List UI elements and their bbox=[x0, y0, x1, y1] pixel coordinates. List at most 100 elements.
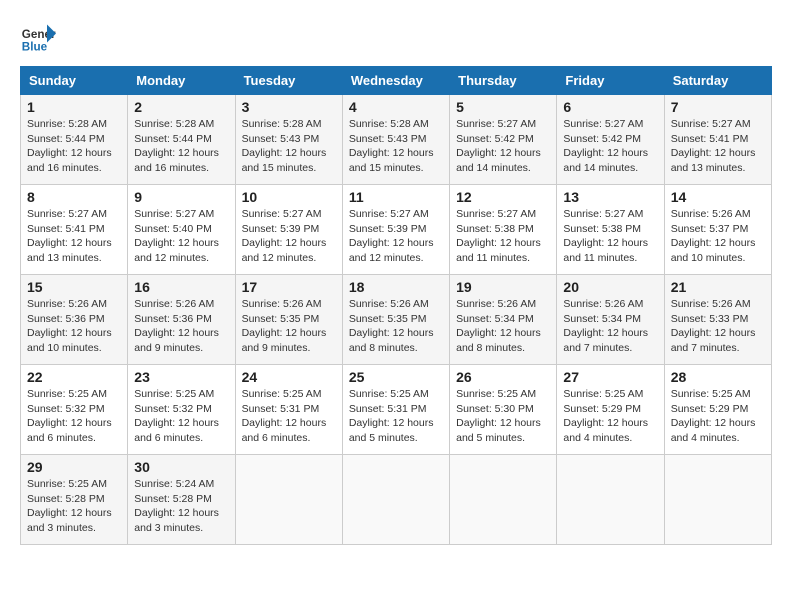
day-number: 29 bbox=[27, 459, 121, 475]
day-number: 30 bbox=[134, 459, 228, 475]
day-number: 17 bbox=[242, 279, 336, 295]
day-number: 6 bbox=[563, 99, 657, 115]
day-detail: Sunrise: 5:25 AM Sunset: 5:32 PM Dayligh… bbox=[134, 387, 228, 446]
calendar-day bbox=[557, 455, 664, 545]
day-number: 14 bbox=[671, 189, 765, 205]
day-number: 8 bbox=[27, 189, 121, 205]
day-detail: Sunrise: 5:25 AM Sunset: 5:29 PM Dayligh… bbox=[671, 387, 765, 446]
weekday-header-friday: Friday bbox=[557, 67, 664, 95]
day-number: 1 bbox=[27, 99, 121, 115]
day-number: 12 bbox=[456, 189, 550, 205]
calendar-day: 13 Sunrise: 5:27 AM Sunset: 5:38 PM Dayli… bbox=[557, 185, 664, 275]
day-number: 18 bbox=[349, 279, 443, 295]
day-detail: Sunrise: 5:26 AM Sunset: 5:34 PM Dayligh… bbox=[456, 297, 550, 356]
calendar-day: 1 Sunrise: 5:28 AM Sunset: 5:44 PM Daylig… bbox=[21, 95, 128, 185]
calendar-day: 15 Sunrise: 5:26 AM Sunset: 5:36 PM Dayli… bbox=[21, 275, 128, 365]
day-detail: Sunrise: 5:25 AM Sunset: 5:31 PM Dayligh… bbox=[349, 387, 443, 446]
day-number: 11 bbox=[349, 189, 443, 205]
calendar-day: 30 Sunrise: 5:24 AM Sunset: 5:28 PM Dayli… bbox=[128, 455, 235, 545]
day-detail: Sunrise: 5:25 AM Sunset: 5:31 PM Dayligh… bbox=[242, 387, 336, 446]
calendar-day: 25 Sunrise: 5:25 AM Sunset: 5:31 PM Dayli… bbox=[342, 365, 449, 455]
calendar-day: 12 Sunrise: 5:27 AM Sunset: 5:38 PM Dayli… bbox=[450, 185, 557, 275]
day-detail: Sunrise: 5:28 AM Sunset: 5:44 PM Dayligh… bbox=[27, 117, 121, 176]
calendar-day bbox=[342, 455, 449, 545]
day-detail: Sunrise: 5:27 AM Sunset: 5:42 PM Dayligh… bbox=[563, 117, 657, 176]
calendar-day: 20 Sunrise: 5:26 AM Sunset: 5:34 PM Dayli… bbox=[557, 275, 664, 365]
calendar-day: 9 Sunrise: 5:27 AM Sunset: 5:40 PM Daylig… bbox=[128, 185, 235, 275]
day-number: 10 bbox=[242, 189, 336, 205]
calendar-day: 29Sunrise: 5:25 AM Sunset: 5:28 PM Dayli… bbox=[21, 455, 128, 545]
calendar-day: 14 Sunrise: 5:26 AM Sunset: 5:37 PM Dayli… bbox=[664, 185, 771, 275]
day-detail: Sunrise: 5:25 AM Sunset: 5:29 PM Dayligh… bbox=[563, 387, 657, 446]
day-number: 3 bbox=[242, 99, 336, 115]
calendar-day: 23 Sunrise: 5:25 AM Sunset: 5:32 PM Dayli… bbox=[128, 365, 235, 455]
calendar-week-4: 29Sunrise: 5:25 AM Sunset: 5:28 PM Dayli… bbox=[21, 455, 772, 545]
weekday-header-monday: Monday bbox=[128, 67, 235, 95]
day-detail: Sunrise: 5:26 AM Sunset: 5:35 PM Dayligh… bbox=[349, 297, 443, 356]
day-detail: Sunrise: 5:28 AM Sunset: 5:44 PM Dayligh… bbox=[134, 117, 228, 176]
calendar-day: 17Sunrise: 5:26 AM Sunset: 5:35 PM Dayli… bbox=[235, 275, 342, 365]
logo: General Blue bbox=[20, 20, 56, 56]
day-detail: Sunrise: 5:28 AM Sunset: 5:43 PM Dayligh… bbox=[242, 117, 336, 176]
weekday-header-wednesday: Wednesday bbox=[342, 67, 449, 95]
svg-text:Blue: Blue bbox=[22, 41, 48, 54]
day-detail: Sunrise: 5:26 AM Sunset: 5:33 PM Dayligh… bbox=[671, 297, 765, 356]
day-number: 28 bbox=[671, 369, 765, 385]
day-detail: Sunrise: 5:27 AM Sunset: 5:41 PM Dayligh… bbox=[671, 117, 765, 176]
calendar-day: 18 Sunrise: 5:26 AM Sunset: 5:35 PM Dayli… bbox=[342, 275, 449, 365]
day-detail: Sunrise: 5:27 AM Sunset: 5:38 PM Dayligh… bbox=[456, 207, 550, 266]
day-detail: Sunrise: 5:27 AM Sunset: 5:39 PM Dayligh… bbox=[349, 207, 443, 266]
day-detail: Sunrise: 5:26 AM Sunset: 5:36 PM Dayligh… bbox=[134, 297, 228, 356]
day-number: 2 bbox=[134, 99, 228, 115]
day-number: 15 bbox=[27, 279, 121, 295]
day-number: 25 bbox=[349, 369, 443, 385]
day-number: 7 bbox=[671, 99, 765, 115]
page-header: General Blue bbox=[20, 20, 772, 56]
day-detail: Sunrise: 5:26 AM Sunset: 5:37 PM Dayligh… bbox=[671, 207, 765, 266]
day-detail: Sunrise: 5:25 AM Sunset: 5:32 PM Dayligh… bbox=[27, 387, 121, 446]
calendar-day: 5Sunrise: 5:27 AM Sunset: 5:42 PM Daylig… bbox=[450, 95, 557, 185]
weekday-header-tuesday: Tuesday bbox=[235, 67, 342, 95]
day-detail: Sunrise: 5:27 AM Sunset: 5:41 PM Dayligh… bbox=[27, 207, 121, 266]
calendar-day: 4Sunrise: 5:28 AM Sunset: 5:43 PM Daylig… bbox=[342, 95, 449, 185]
day-detail: Sunrise: 5:24 AM Sunset: 5:28 PM Dayligh… bbox=[134, 477, 228, 536]
calendar-day: 7 Sunrise: 5:27 AM Sunset: 5:41 PM Daylig… bbox=[664, 95, 771, 185]
calendar-day: 27Sunrise: 5:25 AM Sunset: 5:29 PM Dayli… bbox=[557, 365, 664, 455]
calendar-week-2: 15 Sunrise: 5:26 AM Sunset: 5:36 PM Dayli… bbox=[21, 275, 772, 365]
calendar-day: 11 Sunrise: 5:27 AM Sunset: 5:39 PM Dayli… bbox=[342, 185, 449, 275]
day-detail: Sunrise: 5:26 AM Sunset: 5:36 PM Dayligh… bbox=[27, 297, 121, 356]
weekday-header-saturday: Saturday bbox=[664, 67, 771, 95]
day-detail: Sunrise: 5:27 AM Sunset: 5:38 PM Dayligh… bbox=[563, 207, 657, 266]
calendar-day bbox=[664, 455, 771, 545]
day-number: 20 bbox=[563, 279, 657, 295]
weekday-header-sunday: Sunday bbox=[21, 67, 128, 95]
day-number: 23 bbox=[134, 369, 228, 385]
day-number: 19 bbox=[456, 279, 550, 295]
header-row: SundayMondayTuesdayWednesdayThursdayFrid… bbox=[21, 67, 772, 95]
day-number: 22 bbox=[27, 369, 121, 385]
calendar-day: 28 Sunrise: 5:25 AM Sunset: 5:29 PM Dayli… bbox=[664, 365, 771, 455]
calendar-week-3: 22 Sunrise: 5:25 AM Sunset: 5:32 PM Dayli… bbox=[21, 365, 772, 455]
day-number: 26 bbox=[456, 369, 550, 385]
day-number: 16 bbox=[134, 279, 228, 295]
day-number: 4 bbox=[349, 99, 443, 115]
day-detail: Sunrise: 5:25 AM Sunset: 5:30 PM Dayligh… bbox=[456, 387, 550, 446]
calendar-day: 3 Sunrise: 5:28 AM Sunset: 5:43 PM Daylig… bbox=[235, 95, 342, 185]
calendar-day: 21 Sunrise: 5:26 AM Sunset: 5:33 PM Dayli… bbox=[664, 275, 771, 365]
calendar-day: 26 Sunrise: 5:25 AM Sunset: 5:30 PM Dayli… bbox=[450, 365, 557, 455]
calendar-day: 6 Sunrise: 5:27 AM Sunset: 5:42 PM Daylig… bbox=[557, 95, 664, 185]
logo-icon: General Blue bbox=[20, 20, 56, 56]
day-detail: Sunrise: 5:26 AM Sunset: 5:34 PM Dayligh… bbox=[563, 297, 657, 356]
day-detail: Sunrise: 5:27 AM Sunset: 5:40 PM Dayligh… bbox=[134, 207, 228, 266]
day-number: 13 bbox=[563, 189, 657, 205]
day-detail: Sunrise: 5:27 AM Sunset: 5:39 PM Dayligh… bbox=[242, 207, 336, 266]
day-number: 9 bbox=[134, 189, 228, 205]
day-number: 21 bbox=[671, 279, 765, 295]
calendar-table: SundayMondayTuesdayWednesdayThursdayFrid… bbox=[20, 66, 772, 545]
calendar-day: 22 Sunrise: 5:25 AM Sunset: 5:32 PM Dayli… bbox=[21, 365, 128, 455]
calendar-day bbox=[235, 455, 342, 545]
calendar-day: 16 Sunrise: 5:26 AM Sunset: 5:36 PM Dayli… bbox=[128, 275, 235, 365]
day-number: 24 bbox=[242, 369, 336, 385]
calendar-day: 19 Sunrise: 5:26 AM Sunset: 5:34 PM Dayli… bbox=[450, 275, 557, 365]
calendar-day bbox=[450, 455, 557, 545]
